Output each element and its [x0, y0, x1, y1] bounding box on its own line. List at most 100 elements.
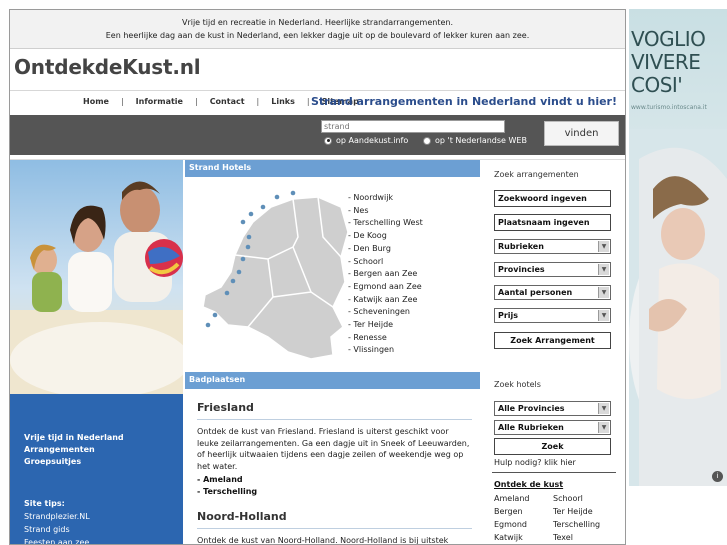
region-text-noord-holland: Ontdek de kust van Noord-Holland. Noord-… — [197, 536, 449, 545]
left-nav-arrangementen[interactable]: Arrangementen — [24, 444, 183, 456]
left-column: Vrije tijd in Nederland Arrangementen Gr… — [10, 160, 183, 544]
chevron-down-icon: ▼ — [598, 422, 609, 433]
region-text-friesland: Ontdek de kust van Friesland. Friesland … — [197, 427, 470, 471]
search-bar: op Aandekust.info op 't Nederlandse WEB … — [10, 115, 625, 155]
ontdek-de-kust-title[interactable]: Ontdek de kust — [494, 480, 563, 489]
place-link[interactable]: - Katwijk aan Zee — [348, 294, 423, 307]
rubrieken-select[interactable]: Rubrieken ▼ — [494, 239, 611, 254]
left-nav-groepsuitjes[interactable]: Groepsuitjes — [24, 456, 183, 468]
alle-provincies-select[interactable]: Alle Provincies ▼ — [494, 401, 611, 416]
aantal-personen-select-value: Aantal personen — [498, 288, 573, 297]
top-line-2: Een heerlijke dag aan de kust in Nederla… — [105, 31, 530, 40]
radio-label-web: op 't Nederlandse WEB — [435, 136, 527, 145]
place-link[interactable]: - Noordwijk — [348, 192, 423, 205]
place-link[interactable]: - Egmond aan Zee — [348, 281, 423, 294]
middle-column: Strand Hotels - Noordwijk - Nes - Tersch… — [185, 160, 480, 545]
place-link[interactable]: - Schoorl — [348, 256, 423, 269]
radio-label-aandekust: op Aandekust.info — [336, 136, 409, 145]
zoek-arrangement-button[interactable]: Zoek Arrangement — [494, 332, 611, 349]
aantal-personen-select[interactable]: Aantal personen ▼ — [494, 285, 611, 300]
top-line-1: Vrije tijd en recreatie in Nederland. He… — [181, 18, 454, 27]
left-nav-vrije-tijd[interactable]: Vrije tijd in Nederland — [24, 432, 183, 444]
alle-rubrieken-select-value: Alle Rubrieken — [498, 423, 564, 432]
badplaatsen-header: Badplaatsen — [185, 372, 480, 389]
nav-contact[interactable]: Contact — [210, 97, 245, 106]
place-link[interactable]: - Ter Heijde — [348, 319, 423, 332]
ontdek-link[interactable]: Bergen — [494, 505, 553, 518]
place-link[interactable]: - De Koog — [348, 230, 423, 243]
ontdek-link[interactable]: Texel — [553, 531, 619, 544]
zoekwoord-button[interactable]: Zoekwoord ingeven — [494, 190, 611, 207]
provincies-select[interactable]: Provincies ▼ — [494, 262, 611, 277]
ontdek-de-kust-list: Ameland Schoorl Bergen Ter Heijde Egmond… — [494, 492, 619, 544]
vinden-button[interactable]: vinden — [544, 121, 619, 146]
provincies-select-value: Provincies — [498, 265, 545, 274]
tip-strand-gids[interactable]: Strand gids — [10, 523, 183, 536]
divider-line — [492, 472, 616, 473]
nav-links[interactable]: Links — [271, 97, 295, 106]
region-link-ameland[interactable]: - Ameland — [197, 474, 472, 486]
radio-button[interactable] — [423, 136, 431, 145]
site-tips-title: Site tips: — [24, 499, 65, 508]
region-title-noord-holland: Noord-Holland — [197, 510, 472, 529]
strand-hotels-list: - Noordwijk - Nes - Terschelling West - … — [348, 192, 423, 357]
chevron-down-icon: ▼ — [598, 264, 609, 275]
place-link[interactable]: - Terschelling West — [348, 217, 423, 230]
tip-strandplezier[interactable]: Strandplezier.NL — [10, 510, 183, 523]
ontdek-link[interactable]: Terschelling — [553, 518, 619, 531]
family-beach-photo — [10, 160, 183, 394]
nav-separator: | — [194, 97, 198, 106]
ontdek-link[interactable]: Egmond — [494, 518, 553, 531]
alle-rubrieken-select[interactable]: Alle Rubrieken ▼ — [494, 420, 611, 435]
right-column: Zoek arrangementen Zoekwoord ingeven Pla… — [482, 160, 625, 544]
place-link[interactable]: - Renesse — [348, 332, 423, 345]
place-link[interactable]: - Nes — [348, 205, 423, 218]
strand-hotels-header: Strand Hotels — [185, 160, 480, 177]
radio-option-aandekust[interactable]: op Aandekust.info — [324, 136, 408, 145]
place-link[interactable]: - Vlissingen — [348, 344, 423, 357]
ad-url: www.turismo.intoscana.it — [631, 104, 707, 111]
plaatsnaam-button[interactable]: Plaatsnaam ingeven — [494, 214, 611, 231]
nav-separator: | — [306, 97, 310, 106]
place-link[interactable]: - Bergen aan Zee — [348, 268, 423, 281]
nav-informatie[interactable]: Informatie — [136, 97, 183, 106]
alle-provincies-select-value: Alle Provincies — [498, 404, 565, 413]
rubrieken-select-value: Rubrieken — [498, 242, 544, 251]
family-illustration — [10, 181, 183, 394]
site-logo[interactable]: OntdekdeKust.nl — [14, 55, 201, 79]
ontdek-link[interactable]: Ameland — [494, 492, 553, 505]
search-input[interactable] — [321, 120, 505, 133]
netherlands-map[interactable] — [193, 177, 353, 372]
chevron-down-icon: ▼ — [598, 403, 609, 414]
ontdek-link[interactable]: Katwijk — [494, 531, 553, 544]
nav-separator: | — [120, 97, 124, 106]
radio-option-web[interactable]: op 't Nederlandse WEB — [423, 136, 527, 145]
radio-button-selected[interactable] — [324, 136, 332, 145]
zoek-button[interactable]: Zoek — [494, 438, 611, 455]
ontdek-link[interactable]: Schoorl — [553, 492, 619, 505]
ad-banner[interactable]: VOGLIO VIVERE COSI' www.turismo.intoscan… — [629, 9, 727, 486]
left-nav: Vrije tijd in Nederland Arrangementen Gr… — [10, 432, 183, 468]
zoek-arrangementen-title: Zoek arrangementen — [494, 170, 579, 179]
place-link[interactable]: - Scheveningen — [348, 306, 423, 319]
nav-separator: | — [256, 97, 260, 106]
slogan: Strand arrangementen in Nederland vindt … — [310, 95, 617, 108]
region-title-friesland: Friesland — [197, 401, 472, 420]
chevron-down-icon: ▼ — [598, 310, 609, 321]
nav-home[interactable]: Home — [83, 97, 109, 106]
region-link-terschelling[interactable]: - Terschelling — [197, 486, 472, 498]
ad-headline: VOGLIO VIVERE COSI' — [631, 27, 706, 97]
site-tips: Strandplezier.NL Strand gids Feesten aan… — [10, 510, 183, 544]
zoek-hotels-title: Zoek hotels — [494, 380, 541, 389]
ontdek-link[interactable]: Ter Heijde — [553, 505, 619, 518]
info-icon[interactable]: i — [712, 471, 723, 482]
nav-row: Home | Informatie | Contact | Links | Si… — [10, 91, 625, 115]
content-area: Vrije tijd in Nederland Arrangementen Gr… — [10, 160, 625, 545]
top-strip: Vrije tijd en recreatie in Nederland. He… — [10, 10, 625, 49]
help-link[interactable]: Hulp nodig? klik hier — [494, 458, 576, 467]
tip-feesten[interactable]: Feesten aan zee — [10, 536, 183, 544]
badplaatsen-body: Friesland Ontdek de kust van Friesland. … — [185, 389, 480, 545]
site-frame: Vrije tijd en recreatie in Nederland. He… — [9, 9, 626, 545]
prijs-select[interactable]: Prijs ▼ — [494, 308, 611, 323]
place-link[interactable]: - Den Burg — [348, 243, 423, 256]
